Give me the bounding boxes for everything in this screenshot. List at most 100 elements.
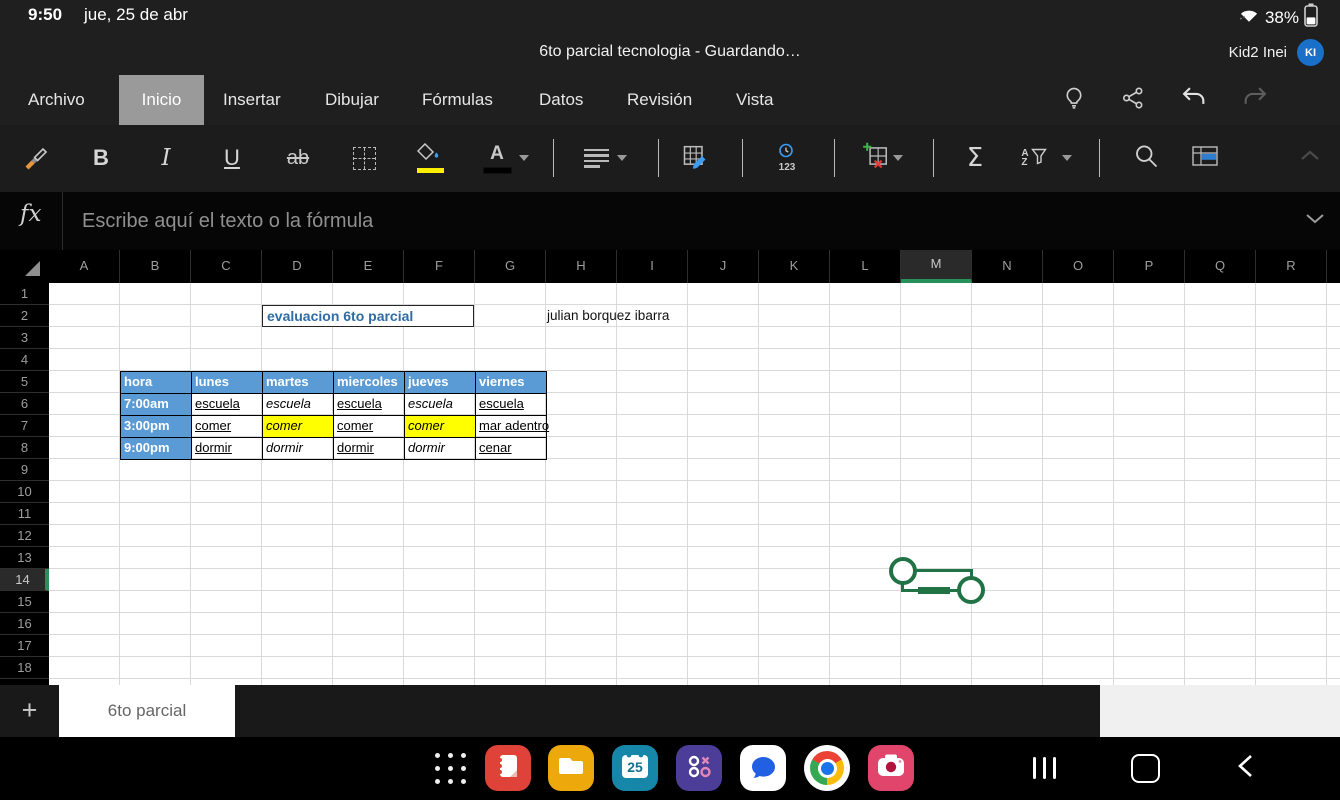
schedule-cell[interactable]: escuela: [334, 394, 405, 416]
schedule-cell[interactable]: dormir: [263, 438, 334, 460]
schedule-cell[interactable]: cenar: [476, 438, 547, 460]
column-header[interactable]: O: [1043, 250, 1114, 283]
selection-handle-top-left[interactable]: [889, 557, 917, 585]
column-header[interactable]: G: [475, 250, 546, 283]
row-header[interactable]: 12: [0, 525, 49, 547]
add-sheet-button[interactable]: +: [0, 685, 59, 737]
row-header[interactable]: 15: [0, 591, 49, 613]
cell-styles-button[interactable]: [673, 136, 717, 180]
column-header[interactable]: P: [1114, 250, 1185, 283]
redo-button[interactable]: [1235, 80, 1275, 120]
schedule-cell[interactable]: mar adentro: [476, 416, 547, 438]
fill-color-button[interactable]: [408, 136, 452, 180]
chrome-app[interactable]: [804, 745, 850, 791]
row-header[interactable]: 4: [0, 349, 49, 371]
undo-button[interactable]: [1174, 80, 1214, 120]
row-header[interactable]: 10: [0, 481, 49, 503]
schedule-time-cell[interactable]: 9:00pm: [121, 438, 192, 460]
schedule-time-cell[interactable]: 7:00am: [121, 394, 192, 416]
column-header[interactable]: H: [546, 250, 617, 283]
row-header[interactable]: 7: [0, 415, 49, 437]
schedule-cell[interactable]: escuela: [476, 394, 547, 416]
number-format-button[interactable]: 123: [765, 136, 809, 180]
schedule-cell[interactable]: escuela: [192, 394, 263, 416]
strikethrough-button[interactable]: ab: [276, 136, 320, 180]
tab-insertar[interactable]: Insertar: [223, 75, 281, 125]
row-header[interactable]: 1: [0, 283, 49, 305]
ideas-button[interactable]: [1054, 80, 1094, 120]
grid-canvas[interactable]: evaluacion 6to parcial julian borquez ib…: [49, 283, 1340, 685]
schedule-header-cell[interactable]: viernes: [476, 372, 547, 394]
column-header[interactable]: J: [688, 250, 759, 283]
alignment-button[interactable]: [574, 136, 618, 180]
schedule-cell[interactable]: comer: [192, 416, 263, 438]
row-header[interactable]: 11: [0, 503, 49, 525]
sheet-tab-6to-parcial[interactable]: 6to parcial: [59, 685, 235, 737]
my-files-app[interactable]: [548, 745, 594, 791]
schedule-cell[interactable]: dormir: [192, 438, 263, 460]
collapse-ribbon-button[interactable]: [1298, 147, 1322, 168]
row-header[interactable]: 17: [0, 635, 49, 657]
messages-app[interactable]: [740, 745, 786, 791]
tab-formulas[interactable]: Fórmulas: [422, 75, 493, 125]
column-header[interactable]: N: [972, 250, 1043, 283]
column-header[interactable]: L: [830, 250, 901, 283]
schedule-cell[interactable]: escuela: [405, 394, 476, 416]
back-button[interactable]: [1223, 745, 1269, 791]
italic-button[interactable]: I: [144, 136, 188, 180]
share-button[interactable]: [1113, 80, 1153, 120]
row-header[interactable]: 14: [0, 569, 49, 591]
row-header[interactable]: 9: [0, 459, 49, 481]
select-all-corner[interactable]: [0, 250, 50, 284]
sheet-view-button[interactable]: [1183, 136, 1227, 180]
column-header[interactable]: B: [120, 250, 191, 283]
app-drawer-button[interactable]: [427, 745, 473, 791]
home-button[interactable]: [1122, 745, 1168, 791]
expand-formula-button[interactable]: [1304, 212, 1326, 231]
samsung-notes-app[interactable]: [485, 745, 531, 791]
schedule-header-cell[interactable]: lunes: [192, 372, 263, 394]
row-header[interactable]: 2: [0, 305, 49, 327]
tab-inicio[interactable]: Inicio: [119, 75, 204, 125]
schedule-cell[interactable]: comer: [334, 416, 405, 438]
selection-fill-handle[interactable]: [918, 587, 950, 594]
alignment-dropdown-icon[interactable]: [617, 155, 627, 161]
font-color-button[interactable]: A: [475, 136, 519, 180]
column-header[interactable]: A: [49, 250, 120, 283]
row-header[interactable]: 5: [0, 371, 49, 393]
borders-button[interactable]: [342, 136, 386, 180]
row-header[interactable]: 13: [0, 547, 49, 569]
schedule-header-cell[interactable]: martes: [263, 372, 334, 394]
schedule-cell-highlighted[interactable]: comer: [263, 416, 334, 438]
autosum-button[interactable]: Σ: [953, 136, 997, 180]
schedule-header-cell[interactable]: miercoles: [334, 372, 405, 394]
schedule-header-cell[interactable]: hora: [121, 372, 192, 394]
column-header[interactable]: C: [191, 250, 262, 283]
row-header[interactable]: 18: [0, 657, 49, 679]
column-header[interactable]: M: [901, 250, 972, 283]
column-header[interactable]: F: [404, 250, 475, 283]
insert-delete-dropdown-icon[interactable]: [893, 155, 903, 161]
column-header[interactable]: Q: [1185, 250, 1256, 283]
cell-d2-title[interactable]: evaluacion 6to parcial: [262, 305, 474, 327]
underline-button[interactable]: U: [210, 136, 254, 180]
galaxy-store-app[interactable]: [676, 745, 722, 791]
tab-datos[interactable]: Datos: [539, 75, 583, 125]
font-color-dropdown-icon[interactable]: [519, 155, 529, 161]
column-header[interactable]: K: [759, 250, 830, 283]
search-button[interactable]: [1124, 136, 1168, 180]
row-header[interactable]: 6: [0, 393, 49, 415]
selection-handle-bottom-right[interactable]: [957, 576, 985, 604]
account-area[interactable]: Kid2 Inei KI: [1229, 39, 1324, 66]
row-header[interactable]: 3: [0, 327, 49, 349]
tab-revision[interactable]: Revisión: [627, 75, 692, 125]
schedule-cell-highlighted[interactable]: comer: [405, 416, 476, 438]
bold-button[interactable]: B: [79, 136, 123, 180]
column-header[interactable]: R: [1256, 250, 1327, 283]
calendar-app[interactable]: 25: [612, 745, 658, 791]
recents-button[interactable]: [1021, 745, 1067, 791]
tab-archivo[interactable]: Archivo: [28, 75, 85, 125]
column-header[interactable]: D: [262, 250, 333, 283]
tab-dibujar[interactable]: Dibujar: [325, 75, 379, 125]
row-header[interactable]: 16: [0, 613, 49, 635]
